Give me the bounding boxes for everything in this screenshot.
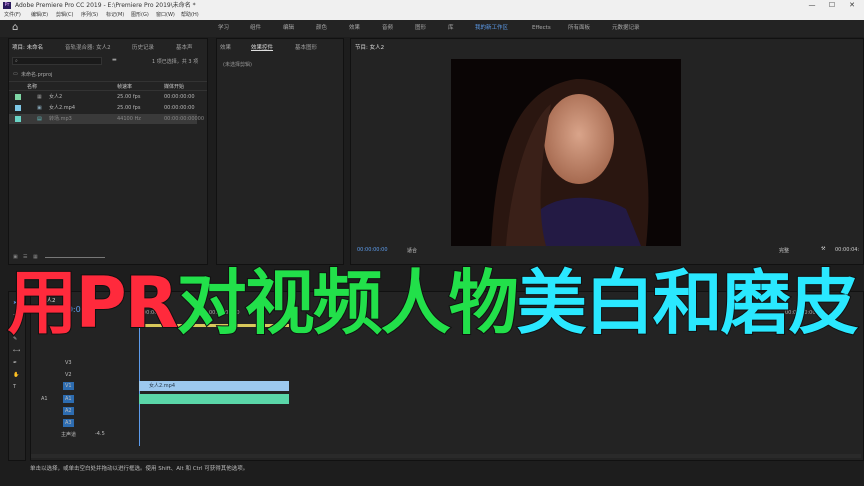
video-file-icon: ▣ <box>37 105 42 111</box>
video-frame <box>451 59 681 246</box>
workspace-editing[interactable]: 编辑 <box>283 20 294 37</box>
tab-effect-controls[interactable]: 效果控件 <box>251 43 273 51</box>
workspace-metadata[interactable]: 元数据记录 <box>612 20 640 37</box>
selection-info: 1 项已选择，共 3 项 <box>152 59 199 65</box>
program-monitor: 节目: 女人2 00:00:00:00 适合 完整 ⚒ 00:00:04: <box>350 38 864 265</box>
workspace-audio[interactable]: 音频 <box>382 20 393 37</box>
search-icon: ⌕ <box>15 58 18 64</box>
pen-tool-icon[interactable]: ✒ <box>13 360 17 366</box>
caption-part-2: 对视频人物 <box>176 261 520 345</box>
status-text: 单击以选择，或单击空白处并拖动以进行框选。使用 Shift、Alt 和 Ctrl… <box>30 466 249 472</box>
project-item-sequence[interactable]: ▦ 女人2 25.00 fps 00:00:00:00 <box>9 92 197 102</box>
column-header: 名称 帧速率 媒体开始 <box>9 81 207 91</box>
workspace-libraries[interactable]: 库 <box>448 20 454 37</box>
item-fps: 25.00 fps <box>117 105 141 111</box>
slip-tool-icon[interactable]: ⟷ <box>13 348 20 354</box>
column-name[interactable]: 名称 <box>27 83 37 90</box>
hand-tool-icon[interactable]: ✋ <box>13 372 19 378</box>
search-input[interactable]: ⌕ <box>12 57 102 65</box>
menu-help[interactable]: 帮助(H) <box>181 11 199 20</box>
item-start: 00:00:00:00000 <box>164 116 205 122</box>
project-file-name: 未命名.prproj <box>21 72 53 78</box>
folder-icon[interactable]: ▬ <box>112 57 117 63</box>
maximize-button[interactable]: ☐ <box>822 0 842 11</box>
track-a3-label[interactable]: A3 <box>63 419 74 427</box>
track-a2-label[interactable]: A2 <box>63 407 74 415</box>
timeline-scrollbar[interactable] <box>31 454 861 458</box>
minimize-button[interactable]: — <box>802 0 822 11</box>
workspace-effects[interactable]: 效果 <box>349 20 360 37</box>
item-start: 00:00:00:00 <box>164 105 195 111</box>
tab-project[interactable]: 项目: 未命名 <box>12 43 43 51</box>
project-file-icon: ▭ <box>13 71 18 77</box>
caption-part-3: 美白和磨皮 <box>516 261 860 345</box>
menu-clip[interactable]: 剪辑(C) <box>56 11 73 20</box>
tab-audio-mixer[interactable]: 音轨混合器: 女人2 <box>65 43 111 51</box>
clip-label: 女人2.mp4 <box>149 383 175 389</box>
item-fps: 25.00 fps <box>117 94 141 100</box>
track-v3-label[interactable]: V3 <box>65 360 72 366</box>
title-bar: Pr Adobe Premiere Pro CC 2019 - E:\Premi… <box>0 0 864 11</box>
workspace-effects-en[interactable]: Effects <box>532 20 551 37</box>
project-item-video[interactable]: ▣ 女人2.mp4 25.00 fps 00:00:00:00 <box>9 103 197 113</box>
quality-dropdown[interactable]: 完整 <box>779 247 789 254</box>
tab-essential-sound[interactable]: 基本声 <box>176 43 193 51</box>
effect-controls-panel: 效果 效果控件 基本图形 (未选择剪辑) <box>216 38 344 265</box>
column-fps[interactable]: 帧速率 <box>117 83 132 90</box>
tab-history[interactable]: 历史记录 <box>132 43 154 51</box>
menu-sequence[interactable]: 序列(S) <box>81 11 98 20</box>
audio-file-icon: ▤ <box>37 116 42 122</box>
tab-effects[interactable]: 效果 <box>220 43 231 51</box>
workspace-all-panels[interactable]: 所有面板 <box>568 20 590 37</box>
column-start[interactable]: 媒体开始 <box>164 83 184 90</box>
wrench-icon[interactable]: ⚒ <box>821 246 825 252</box>
fit-dropdown[interactable]: 适合 <box>407 247 417 254</box>
window-title: Adobe Premiere Pro CC 2019 - E:\Premiere… <box>15 2 196 9</box>
track-v1-label[interactable]: V1 <box>63 382 74 390</box>
project-item-audio[interactable]: ▤ 转场.mp3 44100 Hz 00:00:00:00000 <box>9 114 204 124</box>
label-color-swatch[interactable] <box>15 116 21 122</box>
duration-timecode: 00:00:04: <box>835 247 860 253</box>
video-clip[interactable]: 女人2.mp4 <box>139 381 289 391</box>
master-track-label: 主声道 <box>61 432 77 438</box>
workspace-assembly[interactable]: 组件 <box>250 20 261 37</box>
tab-essential-graphics[interactable]: 基本图形 <box>295 43 317 51</box>
home-icon[interactable]: ⌂ <box>12 23 18 33</box>
track-v2-label[interactable]: V2 <box>65 372 72 378</box>
audio-clip[interactable] <box>139 394 289 404</box>
master-volume-value[interactable]: -4.5 <box>95 431 105 437</box>
tab-program[interactable]: 节目: 女人2 <box>355 43 384 51</box>
menu-bar: 文件(F) 编辑(E) 剪辑(C) 序列(S) 标记(M) 图形(G) 窗口(W… <box>0 11 864 20</box>
program-timecode[interactable]: 00:00:00:00 <box>357 247 388 253</box>
menu-marker[interactable]: 标记(M) <box>106 11 124 20</box>
item-start: 00:00:00:00 <box>164 94 195 100</box>
menu-edit[interactable]: 编辑(E) <box>31 11 48 20</box>
close-button[interactable]: ✕ <box>842 0 862 11</box>
sequence-icon: ▦ <box>37 94 42 100</box>
no-clip-selected: (未选择剪辑) <box>223 62 252 68</box>
project-panel: 项目: 未命名 音轨混合器: 女人2 历史记录 基本声 ⌕ ▬ 1 项已选择，共… <box>8 38 208 265</box>
label-color-swatch[interactable] <box>15 94 21 100</box>
workspace-learn[interactable]: 学习 <box>218 20 229 37</box>
workspace-color[interactable]: 颜色 <box>316 20 327 37</box>
caption-part-1: 用PR <box>6 261 179 345</box>
track-a1-label[interactable]: A1 <box>63 395 74 403</box>
source-a1-label[interactable]: A1 <box>41 396 48 402</box>
menu-graphics[interactable]: 图形(G) <box>131 11 149 20</box>
item-fps: 44100 Hz <box>117 116 141 122</box>
menu-window[interactable]: 窗口(W) <box>156 11 175 20</box>
label-color-swatch[interactable] <box>15 105 21 111</box>
workspace-my-new[interactable]: 我的新工作区 <box>475 20 508 37</box>
item-name: 女人2 <box>49 94 63 100</box>
video-caption-overlay: 用PR对视频人物美白和磨皮 <box>0 258 864 348</box>
status-bar: 单击以选择，或单击空白处并拖动以进行框选。使用 Shift、Alt 和 Ctrl… <box>0 462 864 486</box>
menu-file[interactable]: 文件(F) <box>4 11 21 20</box>
item-name: 女人2.mp4 <box>49 105 75 111</box>
type-tool-icon[interactable]: T <box>13 384 16 390</box>
workspace-bar: ⌂ 学习 组件 编辑 颜色 效果 音频 图形 库 我的新工作区 Effects … <box>0 20 864 37</box>
workspace-graphics[interactable]: 图形 <box>415 20 426 37</box>
premiere-logo-icon: Pr <box>3 2 11 9</box>
item-name: 转场.mp3 <box>49 116 72 122</box>
